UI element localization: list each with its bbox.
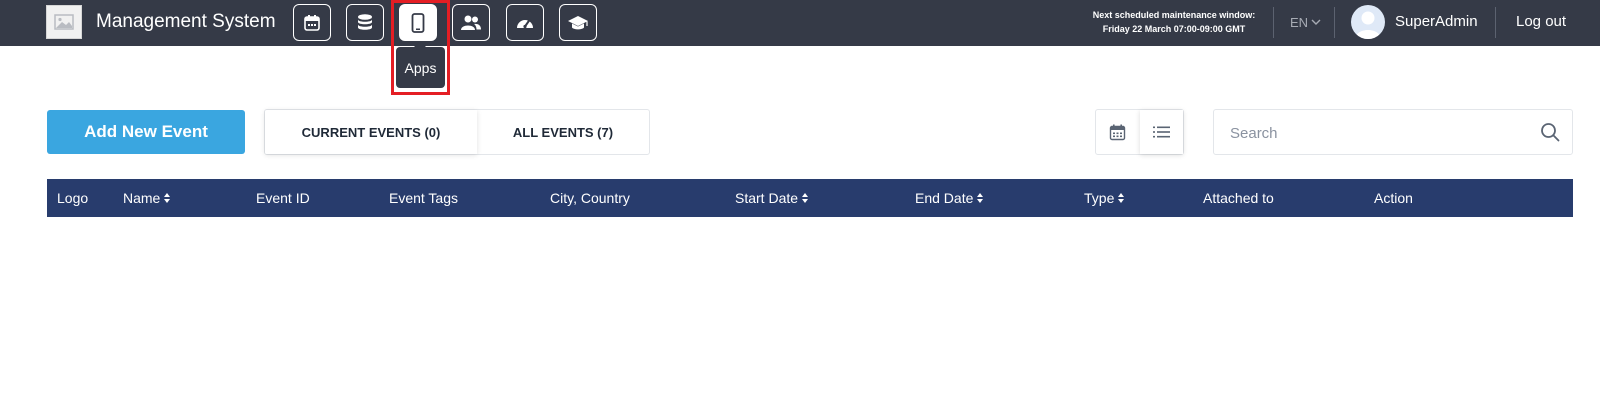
app-logo[interactable] [46, 5, 82, 39]
divider [1334, 7, 1335, 38]
column-attached-to: Attached to [1203, 179, 1274, 217]
logout-link[interactable]: Log out [1516, 13, 1566, 30]
list-view-icon [1152, 126, 1170, 138]
add-new-event-button[interactable]: Add New Event [47, 110, 245, 154]
speedometer-icon [517, 18, 533, 28]
search-input[interactable] [1230, 122, 1520, 144]
nav-training-button[interactable] [559, 4, 597, 41]
language-label: EN [1290, 15, 1309, 30]
column-label: Type [1084, 190, 1115, 206]
maintenance-notice: Next scheduled maintenance window: Frida… [1080, 8, 1268, 36]
column-label: Event ID [256, 190, 310, 206]
search-box [1213, 109, 1573, 155]
tab-all-events[interactable]: ALL EVENTS (7) [477, 110, 649, 154]
tab-current-events[interactable]: CURRENT EVENTS (0) [265, 110, 477, 154]
view-toggle [1095, 109, 1184, 155]
nav-dashboard-button[interactable] [506, 4, 544, 41]
calendar-view-button[interactable] [1096, 110, 1140, 154]
search-icon[interactable] [1540, 122, 1560, 142]
nav-users-button[interactable] [452, 4, 490, 41]
event-tabs: CURRENT EVENTS (0) ALL EVENTS (7) [264, 109, 650, 155]
calendar-icon [304, 14, 320, 31]
calendar-view-icon [1110, 124, 1126, 140]
column-start-date[interactable]: Start Date [735, 179, 809, 217]
column-city-country: City, Country [550, 179, 630, 217]
database-icon [358, 13, 372, 30]
table-header: Logo Name Event ID Event Tags City, Coun… [47, 179, 1573, 217]
user-avatar-icon [1355, 11, 1381, 39]
column-label: Start Date [735, 190, 799, 206]
users-icon [461, 15, 481, 30]
column-label: Attached to [1203, 190, 1274, 206]
chevron-down-icon [1311, 19, 1321, 25]
divider [1273, 7, 1274, 38]
language-selector[interactable]: EN [1290, 15, 1321, 30]
column-label: Event Tags [389, 190, 459, 206]
nav-database-button[interactable] [346, 4, 384, 41]
apps-tooltip: Apps [396, 41, 445, 88]
column-name[interactable]: Name [123, 179, 171, 217]
column-label: City, Country [550, 190, 630, 206]
column-logo: Logo [57, 179, 88, 217]
divider [1495, 7, 1496, 38]
maintenance-label: Next scheduled maintenance window: [1092, 10, 1256, 20]
sort-icon[interactable] [164, 193, 171, 203]
column-label: End Date [915, 190, 974, 206]
column-action: Action [1374, 179, 1413, 217]
app-title: Management System [96, 11, 276, 32]
column-label: Logo [57, 190, 89, 206]
avatar[interactable] [1351, 5, 1385, 39]
image-placeholder-icon [54, 14, 74, 30]
sort-icon[interactable] [802, 193, 809, 203]
column-label: Name [123, 190, 161, 206]
nav-events-button[interactable] [293, 4, 331, 41]
column-type[interactable]: Type [1084, 179, 1125, 217]
column-event-id: Event ID [256, 179, 310, 217]
sort-icon[interactable] [1118, 193, 1125, 203]
column-event-tags: Event Tags [389, 179, 458, 217]
sort-icon[interactable] [977, 193, 984, 203]
maintenance-window: Friday 22 March 07:00-09:00 GMT [1102, 24, 1246, 34]
graduation-cap-icon [568, 15, 588, 29]
top-navbar: Management System Next scheduled mainten… [0, 0, 1600, 46]
column-label: Action [1374, 190, 1413, 206]
user-name[interactable]: SuperAdmin [1395, 13, 1478, 30]
column-end-date[interactable]: End Date [915, 179, 984, 217]
list-view-button[interactable] [1139, 110, 1183, 154]
